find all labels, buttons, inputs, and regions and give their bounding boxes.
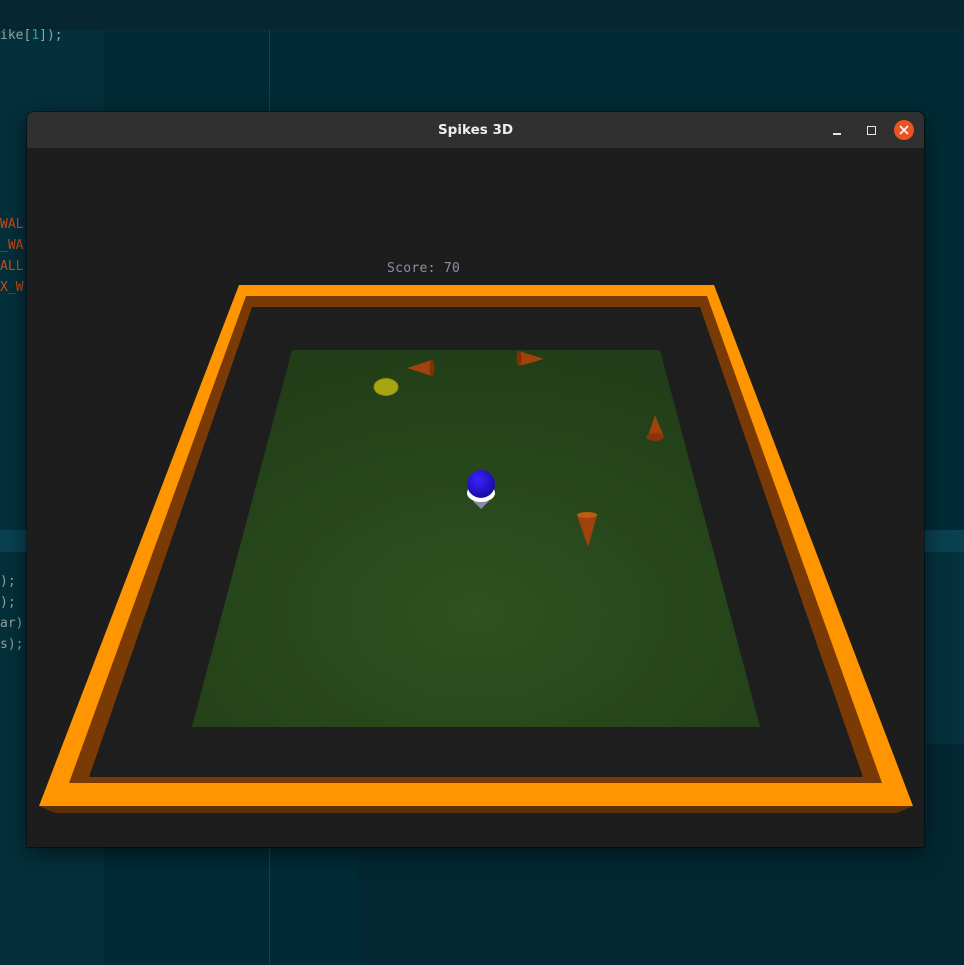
editor-panel-block [925,552,964,744]
game-scene [39,285,913,813]
arena-wall-front-edge [39,806,913,813]
title-bar[interactable]: Spikes 3D [27,112,924,149]
blue-sphere [467,470,495,498]
code-line[interactable]: WAL [0,217,23,233]
minimize-button[interactable] [827,120,847,140]
minimize-icon [833,133,841,135]
code-line[interactable]: ALL [0,259,23,275]
spike-base [516,351,522,366]
code-line[interactable]: s); [0,637,23,653]
spike-base [429,360,435,376]
window-title: Spikes 3D [437,122,514,138]
maximize-icon [866,125,876,135]
spike-base [577,512,597,518]
code-line[interactable]: ); [0,574,16,590]
maximize-button[interactable] [861,120,881,140]
score-label: Score: 70 [387,261,461,276]
code-line[interactable]: _WA [0,238,23,254]
spike-base [646,433,664,441]
desktop: ike[1]); WAL _WA ALL X_W ); ); ar) s); S… [0,0,964,965]
code-line[interactable]: ike[1]); [0,28,63,44]
code-line[interactable]: ); [0,595,16,611]
app-window: Spikes 3D Score: 70 [27,112,924,847]
yellow-coin [373,378,399,396]
editor-toolbar [0,0,964,31]
code-line[interactable]: ar) [0,616,23,632]
game-viewport[interactable]: Score: 70 [27,149,924,847]
close-button[interactable] [894,120,914,140]
arena-floor [192,350,760,727]
code-line[interactable]: X_W [0,280,23,296]
close-icon [899,125,909,135]
